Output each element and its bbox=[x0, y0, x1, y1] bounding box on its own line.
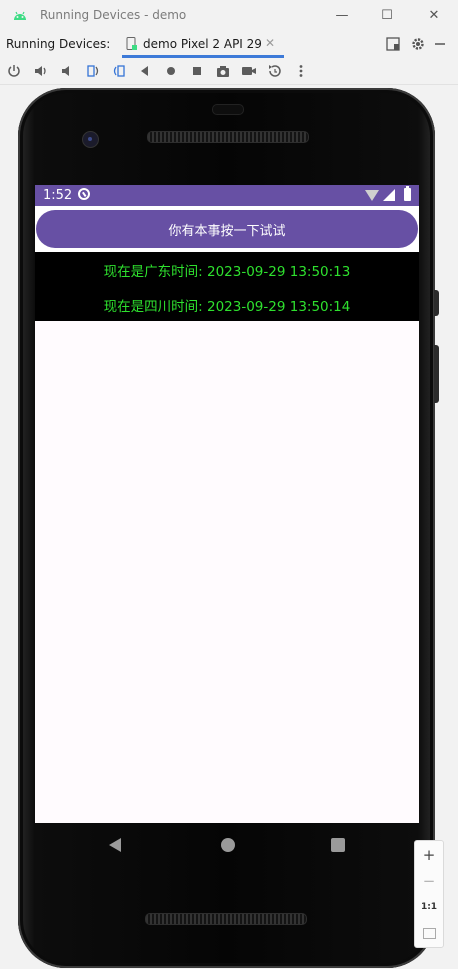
proximity-sensor bbox=[212, 104, 244, 115]
bottom-speaker bbox=[145, 913, 307, 925]
earpiece-speaker bbox=[147, 131, 309, 143]
nav-recents-icon[interactable] bbox=[331, 838, 345, 852]
battery-icon bbox=[404, 186, 411, 201]
running-devices-tabbar: Running Devices: demo Pixel 2 API 29 ✕ bbox=[0, 31, 458, 58]
app-content-area bbox=[35, 321, 419, 823]
minimize-panel-icon[interactable] bbox=[432, 36, 448, 52]
wifi-icon bbox=[365, 190, 379, 201]
overview-icon[interactable] bbox=[189, 63, 205, 79]
nav-back-icon[interactable] bbox=[109, 838, 121, 852]
close-window-button[interactable]: ✕ bbox=[419, 4, 449, 26]
device-side-button-volume bbox=[434, 345, 439, 403]
nav-home-icon[interactable] bbox=[221, 838, 235, 852]
more-options-icon[interactable] bbox=[293, 63, 309, 79]
device-side-button-power bbox=[434, 290, 439, 316]
button-container: 你有本事按一下试试 bbox=[35, 206, 419, 252]
front-camera-icon bbox=[82, 131, 99, 148]
zoom-out-button[interactable]: − bbox=[415, 869, 443, 893]
screenshot-icon[interactable] bbox=[215, 63, 231, 79]
signal-icon bbox=[383, 189, 395, 201]
android-studio-icon bbox=[14, 11, 26, 20]
running-devices-caption: Running Devices: bbox=[6, 37, 111, 51]
device-icon bbox=[126, 37, 137, 50]
zoom-controls: + − 1:1 bbox=[414, 840, 444, 948]
screen-record-icon[interactable] bbox=[241, 63, 257, 79]
try-press-button[interactable]: 你有本事按一下试试 bbox=[36, 210, 418, 248]
volume-down-icon[interactable] bbox=[59, 63, 75, 79]
volume-up-icon[interactable] bbox=[33, 63, 49, 79]
window-layout-icon[interactable] bbox=[385, 36, 401, 52]
status-time: 1:52 bbox=[43, 188, 73, 203]
maximize-button[interactable]: ☐ bbox=[372, 4, 402, 26]
rotate-right-icon[interactable] bbox=[111, 63, 127, 79]
sichuan-time-text: 现在是四川时间: 2023-09-29 13:50:14 bbox=[103, 299, 351, 315]
reset-icon[interactable] bbox=[267, 63, 283, 79]
window-titlebar: Running Devices - demo — ☐ ✕ bbox=[0, 0, 458, 31]
tab-close-icon[interactable]: ✕ bbox=[265, 36, 275, 50]
sync-icon bbox=[78, 188, 90, 200]
device-toolbar bbox=[0, 58, 458, 85]
device-tab[interactable]: demo Pixel 2 API 29 ✕ bbox=[120, 31, 285, 58]
power-icon[interactable] bbox=[6, 63, 22, 79]
actual-size-button[interactable]: 1:1 bbox=[415, 895, 443, 919]
device-tab-label: demo Pixel 2 API 29 bbox=[143, 37, 262, 51]
window-title: Running Devices - demo bbox=[40, 8, 187, 22]
device-screen[interactable]: 1:52 你有本事按一下试试 现在是广东时间: 2023-09-29 13:50… bbox=[35, 185, 419, 823]
fit-to-window-icon[interactable] bbox=[415, 921, 443, 945]
back-icon[interactable] bbox=[137, 63, 153, 79]
gear-icon[interactable] bbox=[410, 36, 426, 52]
guangdong-time-text: 现在是广东时间: 2023-09-29 13:50:13 bbox=[103, 264, 351, 280]
home-icon[interactable] bbox=[163, 63, 179, 79]
android-status-bar: 1:52 bbox=[35, 185, 419, 206]
minimize-button[interactable]: — bbox=[327, 4, 357, 26]
zoom-in-button[interactable]: + bbox=[415, 843, 443, 867]
rotate-left-icon[interactable] bbox=[85, 63, 101, 79]
android-nav-bar bbox=[35, 823, 419, 867]
